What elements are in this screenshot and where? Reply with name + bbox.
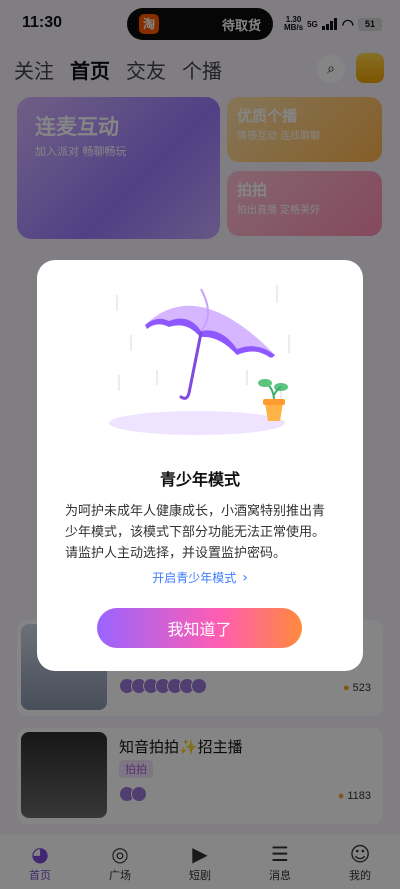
teen-mode-dialog: 青少年模式 为呵护未成年人健康成长，小酒窝特别推出青少年模式，该模式下部分功能无… [37,260,363,671]
got-it-button[interactable]: 我知道了 [97,608,302,648]
dialog-title: 青少年模式 [159,470,240,489]
umbrella-illustration [109,285,290,435]
enable-teen-mode-link[interactable]: 开启青少年模式 › [37,569,363,586]
link-label: 开启青少年模式 [152,571,237,585]
chevron-right-icon: › [242,570,248,586]
dialog-body: 为呵护未成年人健康成长，小酒窝特别推出青少年模式，该模式下部分功能无法正常使用。… [65,504,326,561]
